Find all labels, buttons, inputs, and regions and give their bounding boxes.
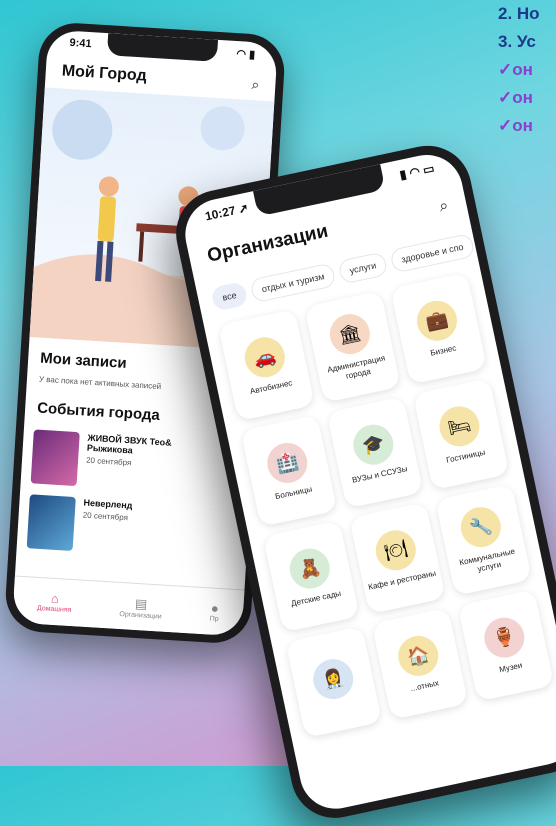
organization-card[interactable]: 👩‍⚕️ <box>285 626 383 739</box>
tab-bar: ⌂ Домашняя ▤ Организации ● Пр <box>12 575 245 637</box>
organization-card[interactable]: 🏺 Музеи <box>457 589 555 702</box>
city-hall-icon: 🏛 <box>326 310 374 358</box>
event-title: Неверленд <box>83 497 133 511</box>
tab-organizations[interactable]: ▤ Организации <box>119 594 163 620</box>
bullet-line: 2. Но <box>498 4 540 23</box>
bullet-line: ✓он <box>498 88 533 107</box>
shelter-icon: 🏠 <box>394 632 442 680</box>
background-bullet-list: 2. Но 3. Ус ✓он ✓он ✓он <box>498 0 540 140</box>
search-icon[interactable]: ⌕ <box>438 197 451 216</box>
organization-card[interactable]: 🏥 Больницы <box>240 414 338 527</box>
status-time: 10:27 <box>203 203 237 224</box>
home-icon: ⌂ <box>50 590 60 607</box>
hotel-icon: 🛏 <box>435 402 484 451</box>
event-title: ЖИВОЙ ЗВУК Тео& Рыжикова <box>86 432 172 456</box>
education-icon: 🎓 <box>349 420 398 469</box>
bullet-line: 3. Ус <box>498 32 536 51</box>
organization-card[interactable]: 🎓 ВУЗы и ССУЗы <box>326 396 424 509</box>
organization-label: ВУЗы и ССУЗы <box>351 464 409 485</box>
organization-label: Автобизнес <box>249 378 294 397</box>
event-item[interactable]: Неверленд 20 сентября <box>26 494 133 554</box>
organization-label: Детские сады <box>290 588 342 609</box>
search-icon[interactable]: ⌕ <box>251 76 260 93</box>
bullet-line: ✓он <box>498 60 533 79</box>
tab-label: Организации <box>119 610 162 621</box>
organization-label: Гостиницы <box>445 447 487 465</box>
car-icon: 🚗 <box>241 333 289 382</box>
signal-wifi-battery-icon: ▮ ◠ ▭ <box>398 161 436 183</box>
doctor-icon: 👩‍⚕️ <box>309 655 357 703</box>
organization-grid: 🚗 Автобизнес 🏛 Администрация города 💼 Бизнес 🏥… <box>218 272 555 739</box>
wifi-battery-icon: ◠ ▮ <box>236 48 256 62</box>
organization-card[interactable]: 🚗 Автобизнес <box>218 309 315 422</box>
location-arrow-icon: ➚ <box>237 200 250 217</box>
chip-services[interactable]: услуги <box>337 251 389 285</box>
kindergarten-icon: 🧸 <box>286 544 334 593</box>
bullet-line: ✓он <box>498 116 533 135</box>
events-title: События города <box>36 399 161 425</box>
tab-profile[interactable]: ● Пр <box>209 600 220 624</box>
organization-card[interactable]: 🛏 Гостиницы <box>412 378 510 491</box>
tab-home[interactable]: ⌂ Домашняя <box>37 590 73 614</box>
utilities-icon: 🔧 <box>457 503 505 551</box>
organization-label: Администрация города <box>326 353 386 381</box>
organization-card[interactable]: 🏛 Администрация города <box>304 290 401 403</box>
cafe-icon: 🍽 <box>372 526 420 575</box>
event-poster <box>30 429 80 487</box>
hospital-icon: 🏥 <box>263 439 311 487</box>
page-title: Мой Город <box>61 62 148 85</box>
page-title: Организации <box>205 220 330 267</box>
organization-card[interactable]: 💼 Бизнес <box>390 272 487 385</box>
organization-card[interactable]: 🍽 Кафе и рестораны <box>349 502 446 615</box>
organization-label: Музеи <box>498 660 523 675</box>
tab-label: Домашняя <box>36 604 72 615</box>
event-poster <box>26 494 76 551</box>
chip-health[interactable]: здоровье и спо <box>389 232 476 274</box>
organization-card[interactable]: 🔧 Коммунальные услуги <box>435 483 532 596</box>
chip-leisure[interactable]: отдых и туризм <box>249 262 337 304</box>
records-empty-text: У вас пока нет активных записей <box>38 374 162 392</box>
museum-icon: 🏺 <box>480 613 529 662</box>
phone-front-screen: 10:27 ➚ ▮ ◠ ▭ Организации ⌕ все отдых и … <box>178 148 556 816</box>
event-item[interactable]: ЖИВОЙ ЗВУК Тео& Рыжикова 20 сентября <box>30 429 198 493</box>
organization-label: ...отных <box>409 678 440 694</box>
tab-label: Пр <box>209 615 219 624</box>
organization-label: Больницы <box>274 484 313 502</box>
briefcase-icon: 💼 <box>413 296 461 345</box>
event-date: 20 сентября <box>82 510 129 523</box>
records-title: Мои записи <box>39 349 128 372</box>
organizations-icon: ▤ <box>134 595 148 612</box>
status-time: 9:41 <box>69 36 92 51</box>
profile-icon: ● <box>210 600 220 617</box>
organization-label: Кафе и рестораны <box>367 568 437 592</box>
organization-label <box>336 704 342 705</box>
organization-card[interactable]: 🏠 ...отных <box>371 607 469 720</box>
organization-card[interactable]: 🧸 Детские сады <box>263 520 360 633</box>
chip-all[interactable]: все <box>210 281 249 312</box>
organization-label: Бизнес <box>429 343 458 358</box>
notch <box>106 33 219 62</box>
organization-label: Коммунальные услуги <box>458 546 516 574</box>
